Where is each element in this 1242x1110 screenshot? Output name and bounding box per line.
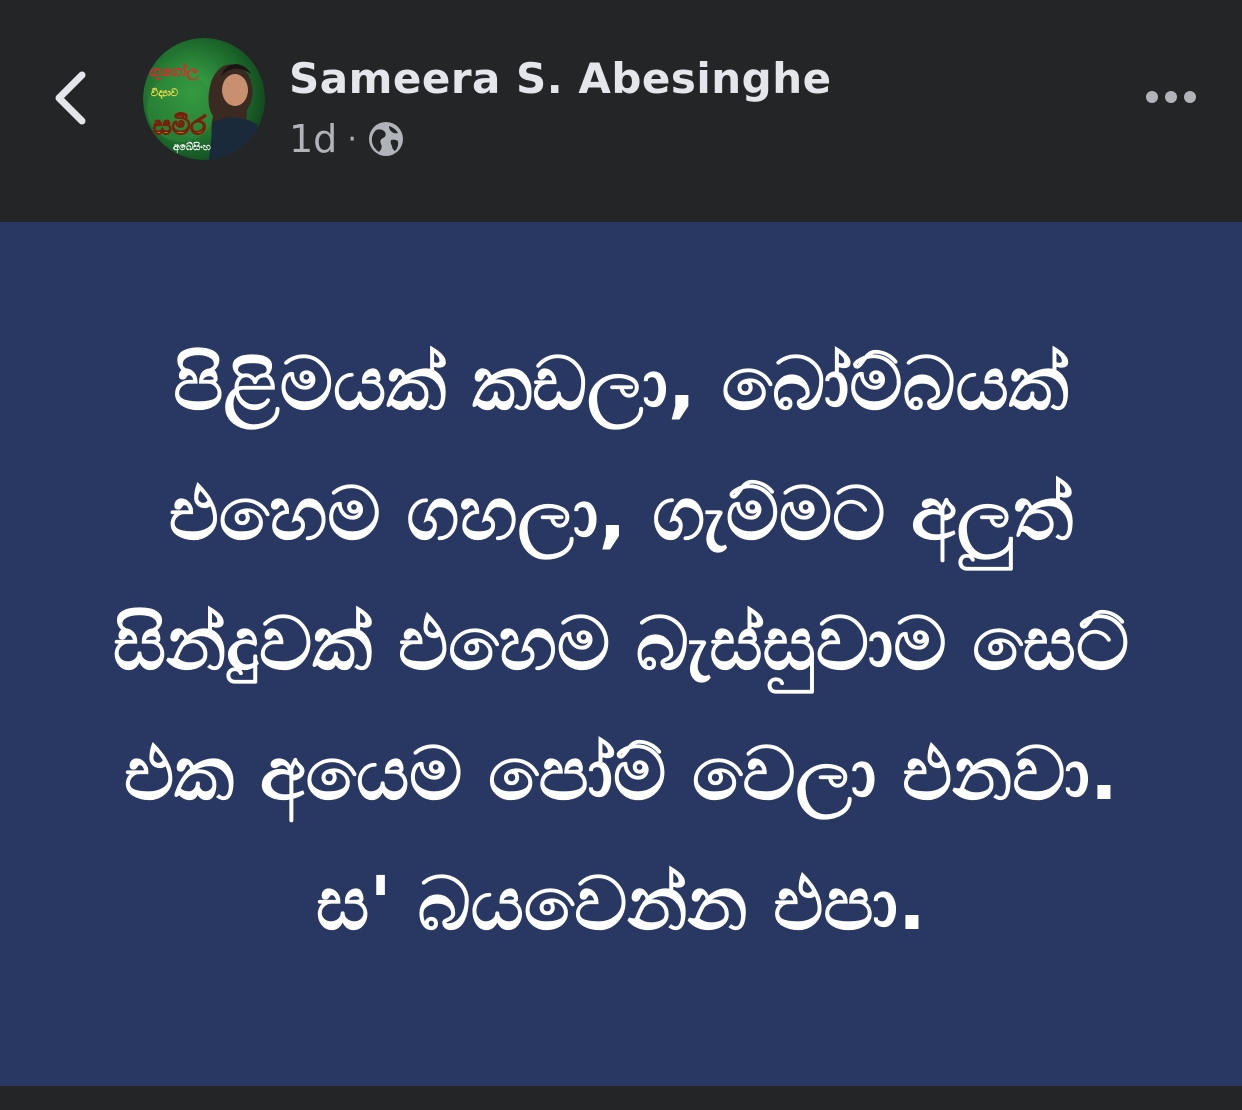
avatar-image: භූගෝල විද්‍යාව සමීර අබේසිංහ bbox=[143, 38, 265, 160]
post-text-background[interactable]: පිළිමයක් කඩලා, බෝම්බයක් එහෙම ගහලා, ගැම්ම… bbox=[0, 222, 1242, 1086]
globe-icon[interactable] bbox=[367, 120, 405, 158]
post-text: පිළිමයක් කඩලා, බෝම්බයක් එහෙම ගහලා, ගැම්ම… bbox=[112, 341, 1130, 947]
post-timestamp[interactable]: 1d bbox=[289, 117, 337, 161]
more-options-button[interactable] bbox=[1136, 72, 1206, 122]
svg-text:භූගෝල: භූගෝල bbox=[149, 62, 199, 81]
footer-divider bbox=[0, 1086, 1242, 1110]
avatar[interactable]: භූගෝල විද්‍යාව සමීර අබේසිංහ bbox=[143, 38, 265, 160]
meta-separator: · bbox=[347, 121, 357, 157]
more-horizontal-icon bbox=[1146, 91, 1196, 103]
author-name[interactable]: Sameera S. Abesinghe bbox=[289, 54, 832, 103]
chevron-left-icon bbox=[55, 71, 86, 125]
post-header: භූගෝල විද්‍යාව සමීර අබේසිංහ Sameera S. A… bbox=[0, 0, 1242, 222]
post-meta: 1d · bbox=[289, 114, 405, 164]
back-button[interactable] bbox=[40, 62, 100, 134]
svg-text:අබේසිංහ: අබේසිංහ bbox=[173, 140, 211, 154]
svg-text:සමීර: සමීර bbox=[153, 111, 207, 141]
svg-text:විද්‍යාව: විද්‍යාව bbox=[151, 87, 179, 100]
